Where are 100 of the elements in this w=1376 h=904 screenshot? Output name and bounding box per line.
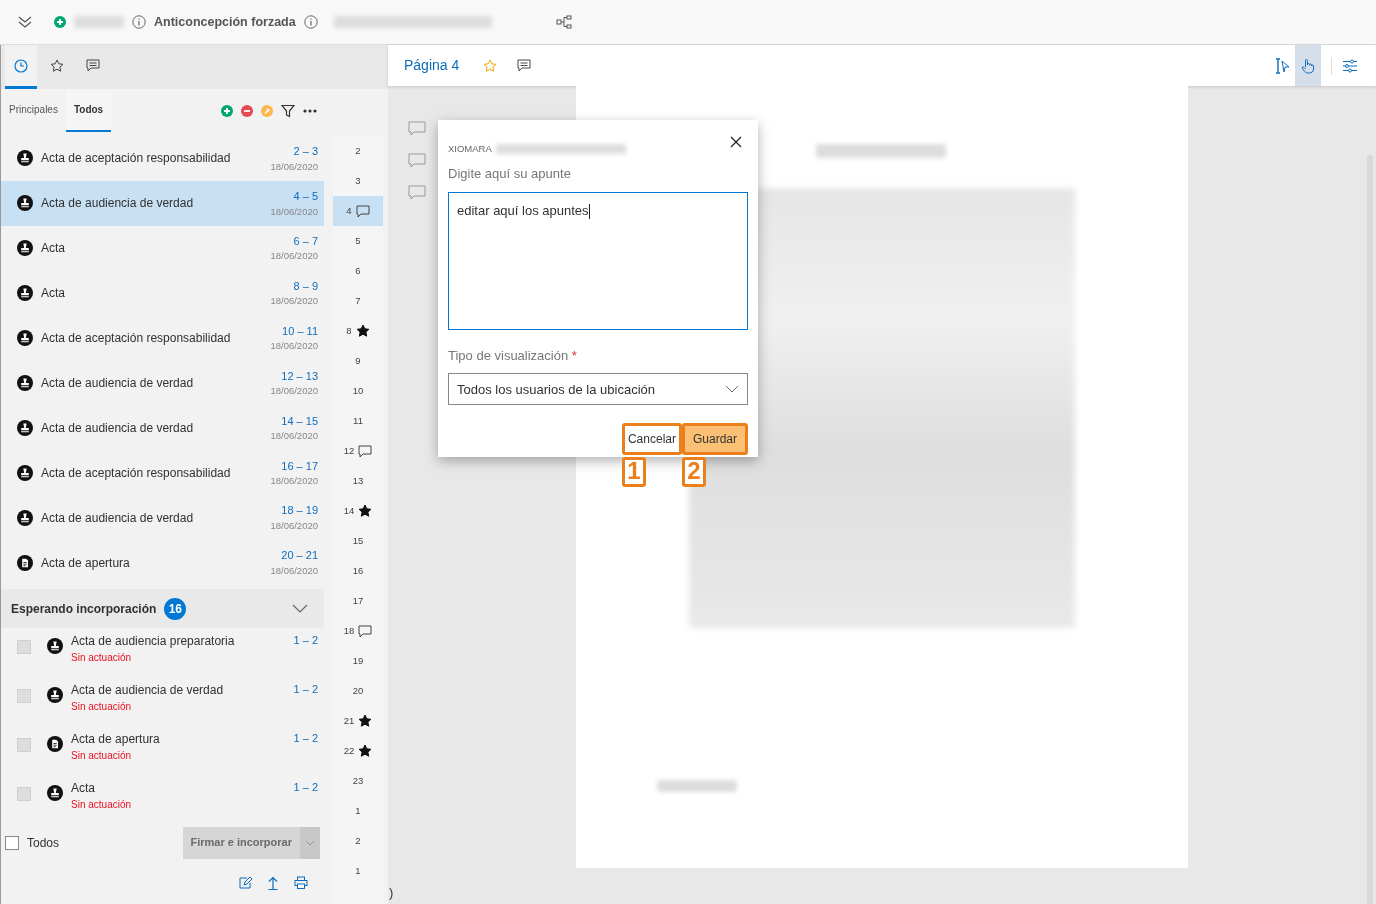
document-title: Acta de aceptación responsabilidad <box>41 464 232 482</box>
add-icon[interactable] <box>54 16 66 28</box>
checkbox[interactable] <box>17 738 31 753</box>
pending-row[interactable]: Acta Sin actuación 1 – 2 <box>1 775 324 824</box>
page-thumbnail[interactable]: 6 <box>333 256 383 286</box>
page-thumbnail[interactable]: 22 <box>333 736 383 766</box>
page-number: 10 <box>352 383 364 398</box>
save-button[interactable]: Guardar <box>681 423 748 456</box>
info-icon[interactable] <box>132 15 146 29</box>
page-number: 9 <box>355 353 361 368</box>
page-number: 20 <box>352 683 364 698</box>
stamp-icon <box>17 195 33 212</box>
document-title: Acta de apertura <box>41 554 131 572</box>
page-number: 5 <box>355 233 361 248</box>
panel-tab[interactable] <box>5 45 37 89</box>
document-title: Acta de audiencia de verdad <box>71 682 225 700</box>
comment-icon[interactable] <box>358 444 373 458</box>
page-thumbnail[interactable]: 15 <box>333 526 383 556</box>
note-field[interactable]: editar aquí los apuntes <box>448 191 748 330</box>
page-thumbnail[interactable]: 10 <box>333 376 383 406</box>
settings-icon[interactable] <box>1342 58 1358 73</box>
document-row[interactable]: Acta de aceptación responsabilidad 16 – 17 18/06/2020 <box>1 450 324 496</box>
comment-icon[interactable] <box>517 59 532 72</box>
page-thumbnail[interactable]: 9 <box>333 346 383 376</box>
checkbox[interactable] <box>17 640 31 655</box>
page-thumbnail[interactable]: 2 <box>333 826 383 856</box>
page-thumbnail[interactable]: 5 <box>333 226 383 256</box>
star-icon[interactable] <box>355 324 370 338</box>
page-number: 1 <box>355 863 361 878</box>
info-icon[interactable] <box>303 15 318 29</box>
clock-icon[interactable] <box>14 58 28 73</box>
document-row[interactable]: Acta de audiencia de verdad 12 – 13 18/06/2020 <box>1 360 324 406</box>
more-icon[interactable] <box>303 108 317 113</box>
filter-icon[interactable] <box>281 103 295 118</box>
edit-icon[interactable] <box>239 876 252 890</box>
pending-row[interactable]: Acta de apertura Sin actuación 1 – 2 <box>1 726 324 776</box>
page-number: 7 <box>355 293 361 308</box>
page-thumbnail[interactable]: 1 <box>333 796 383 826</box>
page-thumbnail[interactable]: 7 <box>333 286 383 316</box>
document-row[interactable]: Acta de audiencia de verdad 14 – 15 18/06/2020 <box>1 405 324 451</box>
hand-icon[interactable] <box>1301 57 1315 74</box>
star-icon[interactable] <box>358 744 373 758</box>
page-thumbnail[interactable]: 1 <box>333 856 383 886</box>
page-thumbnail[interactable]: 16 <box>333 556 383 586</box>
print-icon[interactable] <box>294 876 308 890</box>
document-row[interactable]: Acta 6 – 7 18/06/2020 <box>1 225 324 271</box>
page-thumbnail[interactable]: 20 <box>333 676 383 706</box>
page-number: 21 <box>343 713 355 728</box>
document-row[interactable]: Acta de aceptación responsabilidad 2 – 3 18/06/2020 <box>1 136 324 181</box>
page-thumbnail[interactable]: 14 <box>333 496 383 526</box>
comment-icon[interactable] <box>86 59 100 72</box>
document-title: Acta de aceptación responsabilidad <box>41 150 232 168</box>
page-thumbnail[interactable]: 23 <box>333 766 383 796</box>
page-number: 16 <box>352 563 364 578</box>
add-icon[interactable] <box>221 104 233 117</box>
page-range: 10 – 11 <box>282 323 318 339</box>
double-chevron-icon[interactable] <box>18 16 32 28</box>
document-row[interactable]: Acta de apertura 20 – 21 18/06/2020 <box>1 540 324 586</box>
page-thumbnail[interactable]: 17 <box>333 586 383 616</box>
page-thumbnail[interactable]: 11 <box>333 406 383 436</box>
page-thumbnail[interactable]: 18 <box>333 616 383 646</box>
comment-icon[interactable] <box>358 624 373 638</box>
document-row[interactable]: Acta de audiencia de verdad 18 – 19 18/06/2020 <box>1 495 324 541</box>
document-row[interactable]: Acta 8 – 9 18/06/2020 <box>1 270 324 316</box>
text-cursor-icon[interactable] <box>1274 57 1290 74</box>
redacted-text <box>74 16 124 28</box>
page-thumbnail[interactable]: 3 <box>333 166 383 196</box>
page-thumbnail[interactable]: 13 <box>333 466 383 496</box>
close-icon[interactable] <box>730 136 742 149</box>
star-icon[interactable] <box>358 714 373 728</box>
pending-row[interactable]: Acta de audiencia de verdad Sin actuación 1 – 2 <box>1 677 324 727</box>
page-thumbnail[interactable]: 2 <box>333 136 383 166</box>
select-all-checkbox[interactable]: Todos <box>5 833 60 852</box>
cancel-button[interactable]: Cancelar <box>621 423 682 456</box>
page-thumbnail[interactable]: 4 <box>333 196 383 226</box>
tool-button[interactable] <box>1295 45 1321 86</box>
checkbox[interactable] <box>17 787 31 802</box>
pending-row[interactable]: Acta de audiencia preparatoria Sin actuación 1 – 2 <box>1 628 324 678</box>
chevron-down-icon[interactable] <box>292 604 308 614</box>
document-row[interactable]: Acta de audiencia de verdad 4 – 5 18/06/2020 <box>1 180 324 226</box>
star-icon[interactable] <box>50 58 64 73</box>
document-title: Acta de audiencia de verdad <box>41 375 195 393</box>
page-thumbnail[interactable]: 21 <box>333 706 383 736</box>
document-date: 18/06/2020 <box>270 563 318 578</box>
hierarchy-icon[interactable] <box>555 15 572 29</box>
document-row[interactable]: Acta de aceptación responsabilidad 10 – 11 18/06/2020 <box>1 315 324 361</box>
page-thumbnail[interactable]: 8 <box>333 316 383 346</box>
star-icon[interactable] <box>358 504 373 518</box>
page-thumbnail[interactable]: 12 <box>333 436 383 466</box>
star-icon[interactable] <box>483 58 498 73</box>
section-header[interactable]: Esperando incorporación 16 <box>1 589 324 629</box>
minus-icon[interactable] <box>241 104 253 117</box>
upload-icon[interactable] <box>268 875 278 890</box>
checkbox[interactable] <box>17 689 31 704</box>
stray-text: ) <box>389 884 394 902</box>
page-number: 14 <box>343 503 355 518</box>
page-thumbnail[interactable]: 19 <box>333 646 383 676</box>
document-date: 18/06/2020 <box>270 518 318 533</box>
visibility-select[interactable]: Todos los usuarios de la ubicación <box>448 373 748 406</box>
filter-tab[interactable]: Principales <box>1 89 66 132</box>
